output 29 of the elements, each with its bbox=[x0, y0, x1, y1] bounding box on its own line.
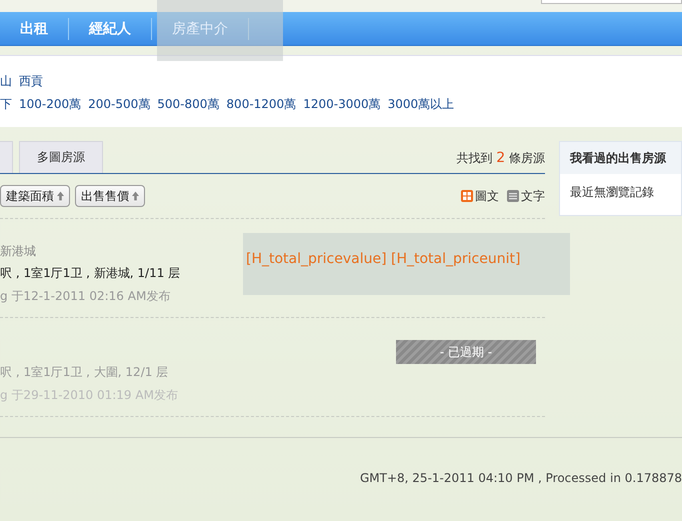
arrow-up-icon bbox=[57, 191, 64, 201]
listing-details: 呎 , 1室1厅1卫 , 大圍, 12/1 层 bbox=[0, 364, 170, 381]
list-icon bbox=[507, 190, 519, 202]
price-range-link[interactable]: 1200-3000萬 bbox=[303, 96, 381, 113]
sort-button[interactable]: 出售售價 bbox=[75, 185, 145, 207]
grid-icon bbox=[461, 190, 473, 202]
tab[interactable] bbox=[0, 141, 13, 173]
result-count: 共找到 2 條房源 bbox=[456, 148, 545, 166]
listing-post-info: g 于12-1-2011 02:16 AM发布 bbox=[0, 288, 172, 305]
view-mode-link[interactable]: 文字 bbox=[507, 188, 545, 204]
tab[interactable]: 多圖房源 bbox=[19, 141, 103, 173]
listing-price: [H_total_pricevalue] [H_total_priceunit] bbox=[246, 251, 520, 267]
price-range-link[interactable]: 100-200萬 bbox=[19, 96, 82, 113]
view-mode-link[interactable]: 圖文 bbox=[461, 188, 499, 204]
expired-badge: - 已過期 - bbox=[396, 340, 536, 364]
arrow-up-icon bbox=[132, 191, 139, 201]
district-link[interactable]: 西貢 bbox=[19, 73, 43, 90]
price-range-link[interactable]: 200-500萬 bbox=[88, 96, 150, 113]
price-range-link[interactable]: 500-800萬 bbox=[157, 96, 220, 113]
price-range-link[interactable]: 下 bbox=[0, 96, 12, 113]
price-range-link[interactable]: 3000萬以上 bbox=[388, 96, 454, 113]
search-field[interactable] bbox=[541, 0, 682, 4]
sidebar-title: 我看過的出售房源 bbox=[560, 142, 681, 174]
sidebar-text: 最近無瀏覽記錄 bbox=[569, 184, 655, 201]
sort-button[interactable]: 建築面積 bbox=[0, 185, 70, 207]
listing-details: 呎 , 1室1厅1卫 , 新港城, 1/11 层 bbox=[0, 265, 182, 282]
price-range-link[interactable]: 800-1200萬 bbox=[226, 96, 296, 113]
district-link[interactable]: 山 bbox=[0, 73, 12, 90]
footer-text: GMT+8, 25-1-2011 04:10 PM , Processed in 0.178878 bbox=[360, 471, 682, 485]
